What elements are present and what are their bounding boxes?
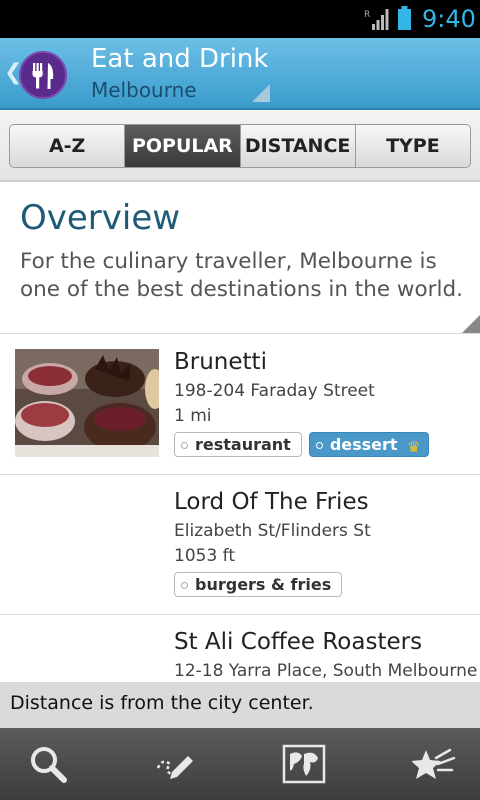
listing-address: 198-204 Faraday Street: [174, 381, 375, 401]
overview-text: For the culinary traveller, Melbourne is…: [20, 249, 463, 302]
favorites-icon[interactable]: [412, 742, 456, 786]
listing-address: Elizabeth St/Flinders St: [174, 521, 371, 541]
list-item[interactable]: Brunetti 198-204 Faraday Street 1 mi res…: [0, 335, 480, 475]
overview-heading: Overview: [20, 198, 181, 238]
tag-dessert[interactable]: dessert ♛: [308, 432, 429, 457]
bottom-toolbar: [0, 728, 480, 800]
write-review-icon[interactable]: [152, 742, 196, 786]
signal-icon: R: [364, 9, 389, 30]
overview-section[interactable]: Overview For the culinary traveller, Mel…: [0, 184, 480, 334]
notice-text: Distance is from the city center.: [10, 692, 314, 714]
listing-photo: [15, 349, 159, 457]
listing-distance: 1 mi: [174, 406, 212, 426]
sort-tabs-bar: A-Z POPULAR DISTANCE TYPE: [0, 110, 480, 182]
tab-popular[interactable]: POPULAR: [125, 125, 241, 167]
tag-burgers-fries[interactable]: burgers & fries: [174, 572, 343, 597]
battery-icon: [398, 6, 411, 30]
listing-tags: burgers & fries: [174, 572, 343, 597]
screen-title: Eat and Drink: [91, 44, 269, 74]
distance-notice: Distance is from the city center.: [0, 682, 480, 728]
expand-corner-icon[interactable]: [462, 315, 480, 333]
listing-name: Brunetti: [174, 349, 267, 375]
listing-distance: 1053 ft: [174, 546, 236, 566]
tab-type[interactable]: TYPE: [355, 125, 470, 167]
tab-a-z[interactable]: A-Z: [10, 125, 126, 167]
listing-tags: restaurant dessert ♛: [174, 432, 429, 457]
status-bar: R 9:40: [0, 0, 480, 38]
crown-icon: ♛: [407, 438, 421, 456]
svg-text:R: R: [364, 10, 370, 20]
sort-segmented-control: A-Z POPULAR DISTANCE TYPE: [9, 124, 471, 168]
tag-restaurant[interactable]: restaurant: [174, 432, 302, 457]
spinner-indicator-icon[interactable]: [252, 84, 270, 102]
map-icon[interactable]: [282, 742, 326, 786]
action-bar: ❮ Eat and Drink Melbourne: [0, 38, 480, 110]
listing-address: 12-18 Yarra Place, South Melbourne: [174, 661, 478, 681]
listing-name: St Ali Coffee Roasters: [174, 629, 423, 655]
clock: 9:40: [422, 5, 476, 33]
list-item[interactable]: Lord Of The Fries Elizabeth St/Flinders …: [0, 475, 480, 615]
fork-knife-icon[interactable]: [19, 51, 67, 99]
tab-distance[interactable]: DISTANCE: [240, 125, 356, 167]
city-spinner-label[interactable]: Melbourne: [91, 78, 197, 102]
listing-name: Lord Of The Fries: [174, 489, 369, 515]
search-icon[interactable]: [26, 742, 70, 786]
